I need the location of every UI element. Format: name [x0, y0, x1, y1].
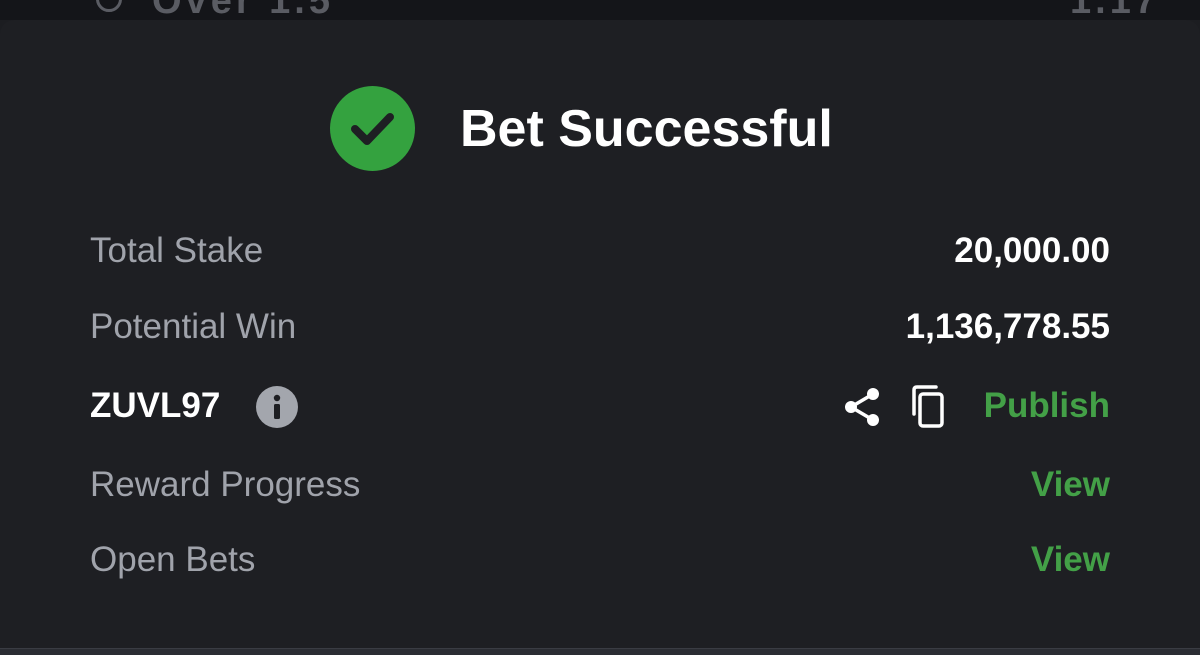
publish-button[interactable]: Publish: [984, 381, 1110, 431]
partial-odds-label: 1.17: [1070, 0, 1160, 20]
total-stake-label: Total Stake: [90, 231, 264, 270]
share-icon[interactable]: [840, 385, 884, 429]
booking-code-row: ZUVL97 Publish: [90, 381, 1110, 431]
reward-progress-view-link[interactable]: View: [1031, 460, 1110, 510]
check-circle-icon: [330, 86, 415, 171]
open-bets-view-link[interactable]: View: [1031, 535, 1110, 585]
open-bets-label: Open Bets: [90, 540, 256, 579]
bottom-divider: [0, 648, 1200, 655]
total-stake-value: 20,000.00: [954, 231, 1110, 270]
success-header: Bet Successful: [0, 86, 1200, 174]
info-icon[interactable]: [256, 386, 298, 428]
partial-market-label: Over 1.5: [152, 0, 334, 20]
booking-code: ZUVL97: [90, 386, 221, 425]
ball-icon: [96, 0, 122, 12]
top-strip: Over 1.5 1.17: [0, 0, 1200, 20]
potential-win-row: Potential Win 1,136,778.55: [90, 302, 1110, 352]
page-title: Bet Successful: [460, 100, 833, 158]
reward-progress-label: Reward Progress: [90, 465, 361, 504]
bet-confirmation-page: Over 1.5 1.17 Bet Successful Total Stake…: [0, 0, 1200, 655]
potential-win-value: 1,136,778.55: [905, 307, 1110, 346]
open-bets-row: Open Bets View: [90, 535, 1110, 585]
potential-win-label: Potential Win: [90, 307, 297, 346]
reward-progress-row: Reward Progress View: [90, 460, 1110, 510]
total-stake-row: Total Stake 20,000.00: [90, 226, 1110, 276]
copy-icon[interactable]: [908, 384, 950, 430]
